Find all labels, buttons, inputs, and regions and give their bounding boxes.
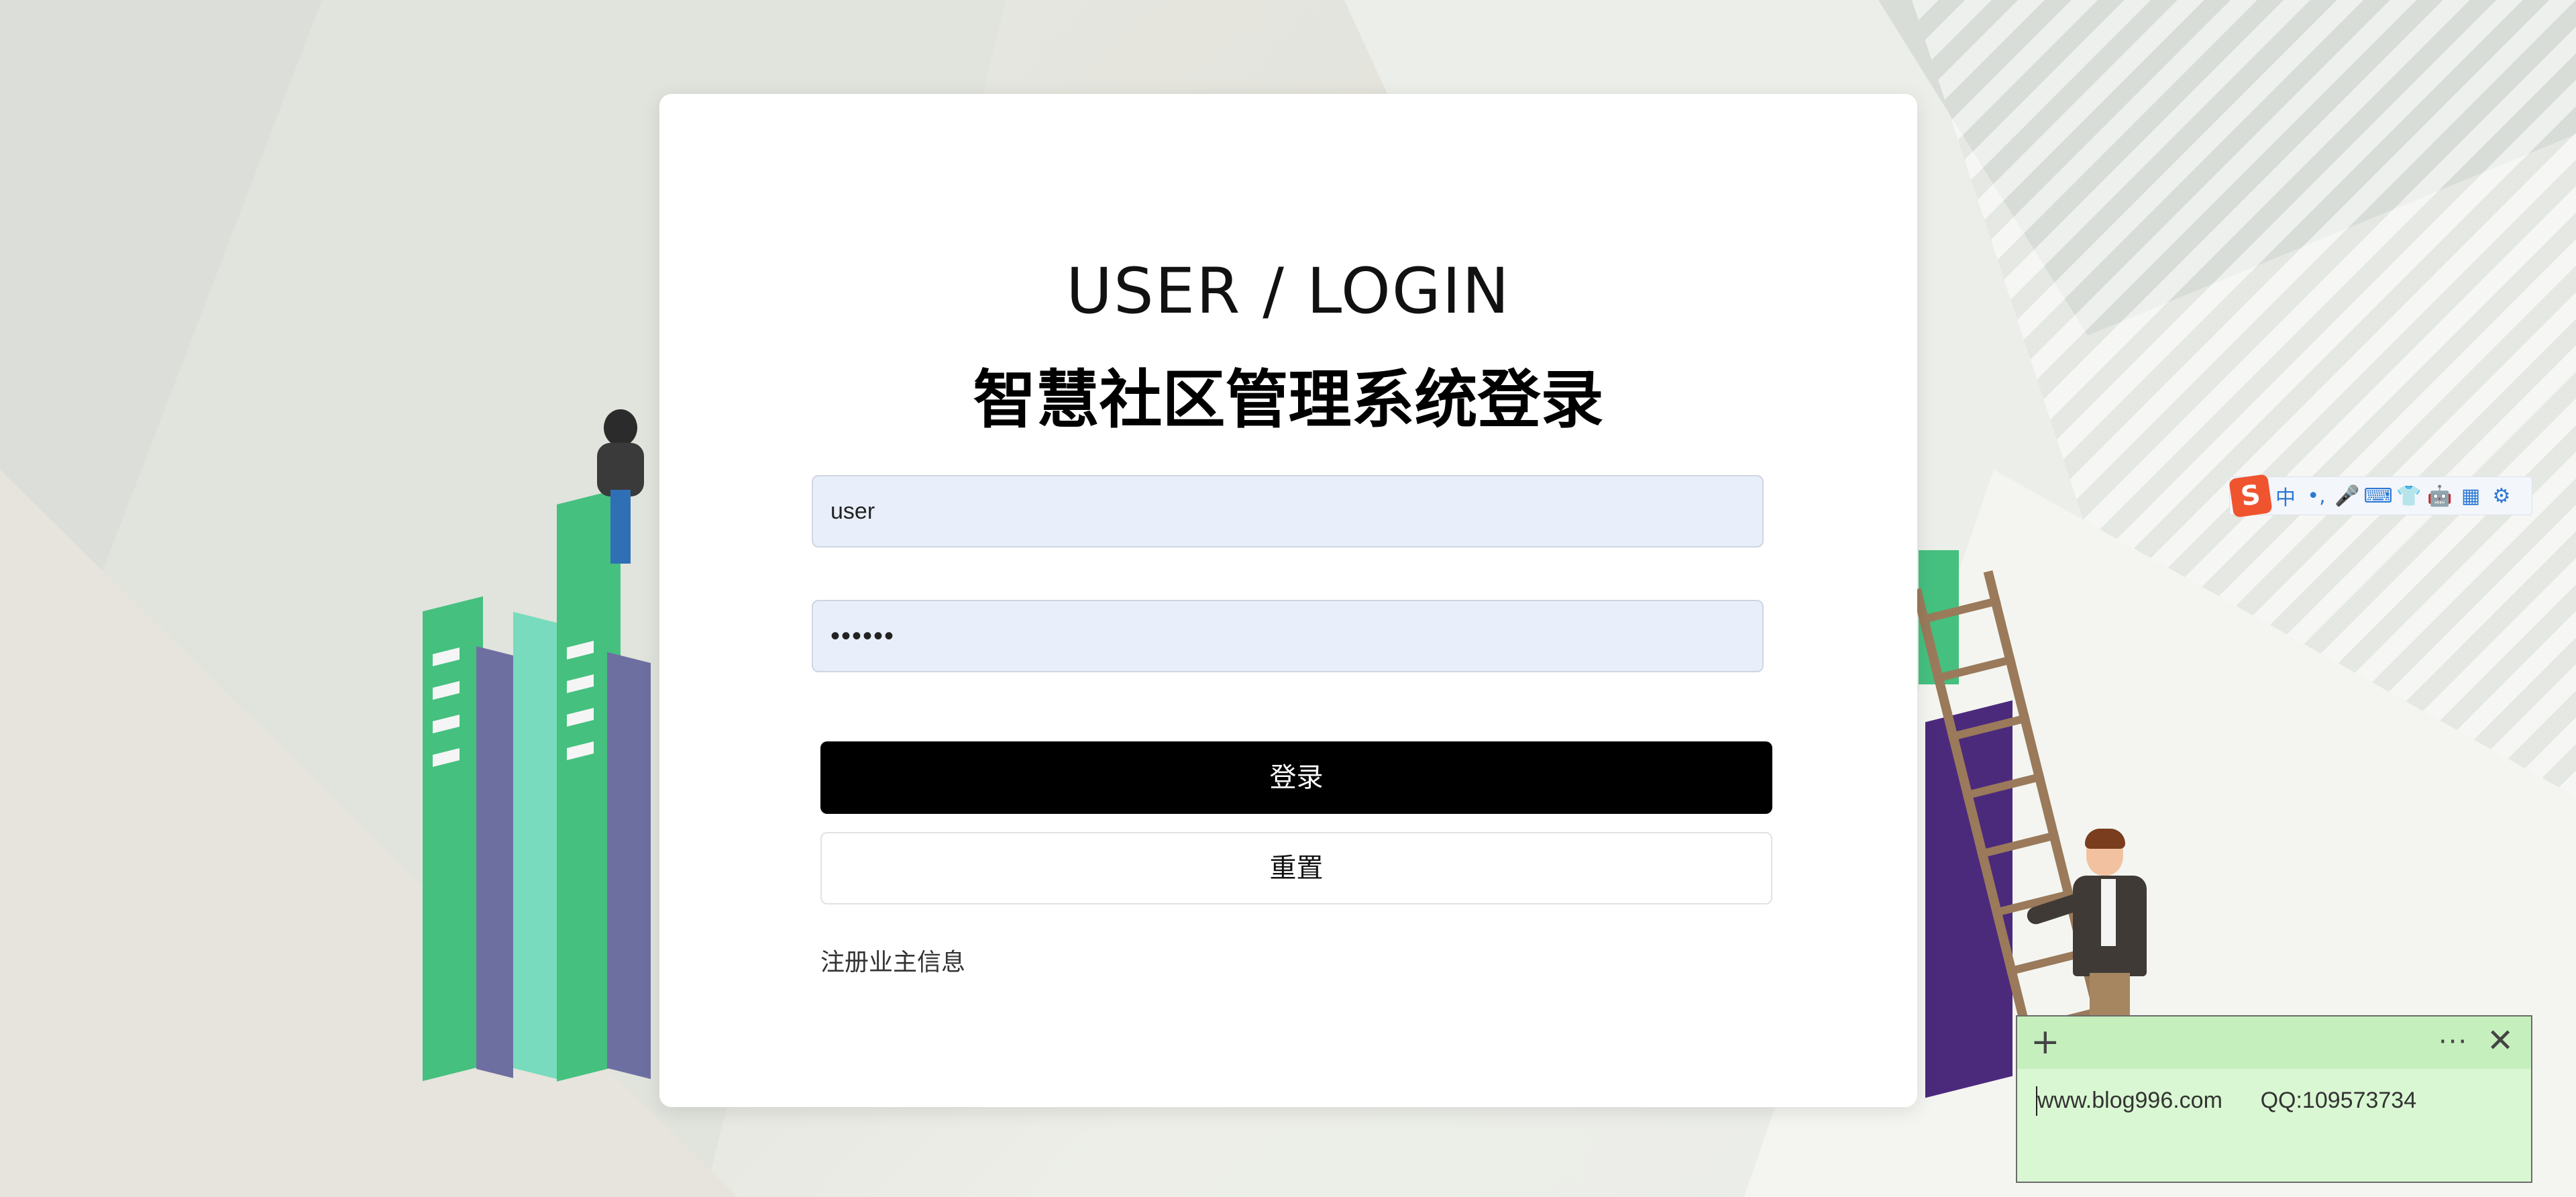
- reset-button[interactable]: 重置: [820, 832, 1772, 904]
- desktop-background: USER / LOGIN 智慧社区管理系统登录 user •••••• 登录 重…: [0, 0, 2576, 1197]
- punctuation-icon[interactable]: •,: [2301, 484, 2332, 508]
- username-input[interactable]: user: [812, 475, 1764, 548]
- sogou-logo-icon[interactable]: S: [2229, 474, 2273, 518]
- book: [513, 611, 557, 1080]
- skin-icon[interactable]: 👕: [2394, 484, 2424, 508]
- more-options-icon[interactable]: ···: [2438, 1022, 2468, 1062]
- add-note-icon[interactable]: +: [2031, 1022, 2060, 1062]
- password-input[interactable]: ••••••: [812, 600, 1764, 672]
- toolbox-icon[interactable]: ▦: [2455, 484, 2486, 508]
- book: [607, 652, 651, 1080]
- assistant-icon[interactable]: 🤖: [2424, 484, 2455, 508]
- close-icon[interactable]: ✕: [2487, 1021, 2514, 1061]
- sticky-note: + ··· ✕ www.blog996.com QQ:109573734: [2016, 1015, 2532, 1183]
- login-title-en: USER / LOGIN: [1066, 255, 1511, 328]
- book: [423, 596, 483, 1082]
- settings-icon[interactable]: ⚙: [2486, 484, 2517, 508]
- microphone-icon[interactable]: 🎤: [2332, 484, 2363, 508]
- login-card: USER / LOGIN 智慧社区管理系统登录 user •••••• 登录 重…: [659, 94, 1917, 1107]
- login-button[interactable]: 登录: [820, 741, 1772, 814]
- reading-person-illustration: [584, 403, 657, 577]
- sticky-note-toolbar: + ··· ✕: [2017, 1017, 2531, 1069]
- standing-person-illustration: [2025, 825, 2174, 1027]
- ime-toolbar: S 中 •, 🎤 ⌨ 👕 🤖 ▦ ⚙: [2229, 474, 2532, 518]
- chinese-mode-icon[interactable]: 中: [2270, 481, 2301, 511]
- login-title-cn: 智慧社区管理系统登录: [973, 364, 1604, 437]
- register-owner-link[interactable]: 注册业主信息: [820, 943, 965, 978]
- sticky-note-text[interactable]: www.blog996.com QQ:109573734: [2037, 1088, 2416, 1114]
- keyboard-icon[interactable]: ⌨: [2363, 484, 2394, 508]
- book: [476, 646, 513, 1078]
